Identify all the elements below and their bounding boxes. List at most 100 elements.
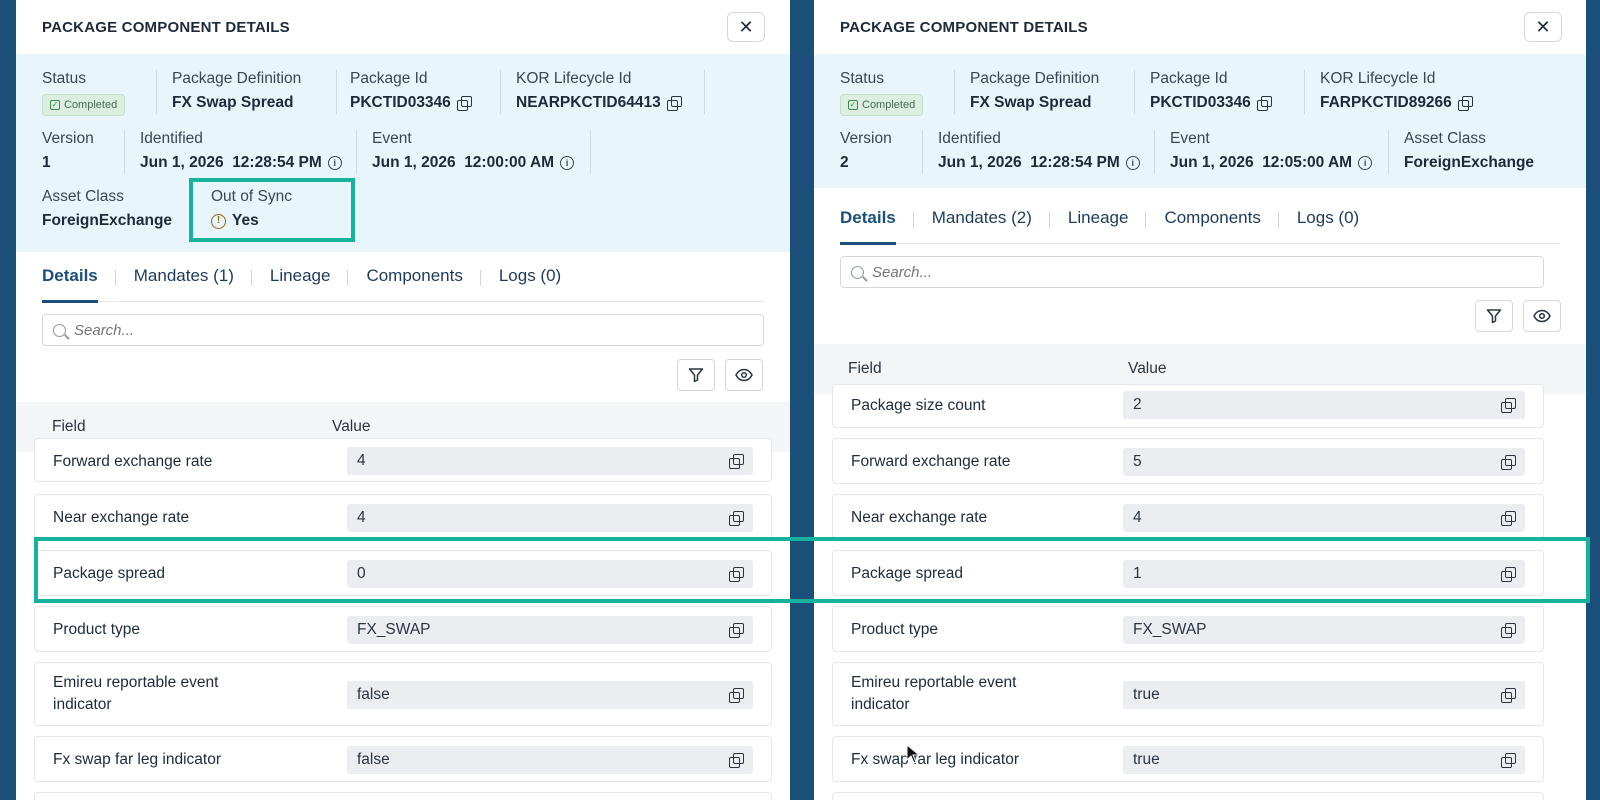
tab-logs[interactable]: Logs (0) xyxy=(1297,194,1377,244)
kor-lifecycle-id-cell: KOR Lifecycle Id NEARPKCTID64413 xyxy=(516,70,691,112)
column-visibility-button[interactable] xyxy=(725,359,763,391)
copy-icon[interactable] xyxy=(729,511,744,526)
tab-lineage[interactable]: Lineage xyxy=(270,252,349,302)
identified-label: Identified xyxy=(140,130,203,147)
copy-icon[interactable] xyxy=(729,623,744,638)
table-row: Product type FX_SWAP xyxy=(832,606,1544,652)
package-id-value: PKCTID03346 xyxy=(1150,94,1251,111)
panel-title: PACKAGE COMPONENT DETAILS xyxy=(42,19,290,36)
info-icon[interactable]: i xyxy=(560,156,575,170)
copy-icon[interactable] xyxy=(1457,96,1473,111)
panel-divider[interactable] xyxy=(790,0,814,800)
info-icon[interactable]: i xyxy=(1125,156,1140,170)
field-value: 5 xyxy=(1123,448,1525,476)
check-icon: ✓ xyxy=(50,100,60,110)
copy-icon[interactable] xyxy=(1501,398,1516,413)
separator xyxy=(356,130,357,174)
tab-components[interactable]: Components xyxy=(366,252,482,302)
package-definition-value: FX Swap Spread xyxy=(970,94,1092,111)
status-label: Status xyxy=(42,70,86,87)
separator xyxy=(1304,70,1305,114)
field-value-text: FX_SWAP xyxy=(1133,621,1207,638)
copy-icon[interactable] xyxy=(729,567,744,582)
left-edge-stripe xyxy=(0,0,16,800)
copy-icon[interactable] xyxy=(1501,753,1516,768)
field-value-text: 5 xyxy=(1133,453,1142,470)
table-row: Package spread 1 xyxy=(832,550,1544,596)
column-header-value: Value xyxy=(1128,360,1167,377)
separator xyxy=(336,70,337,114)
version-cell: Version 2 xyxy=(840,130,902,172)
package-definition-cell: Package Definition FX Swap Spread xyxy=(970,70,1109,112)
panel-title: PACKAGE COMPONENT DETAILS xyxy=(840,19,1088,36)
filter-icon xyxy=(688,368,704,383)
tab-bar: Details Mandates (2) Lineage Components … xyxy=(840,194,1560,245)
field-value-text: FX_SWAP xyxy=(357,621,431,638)
field-value: 4 xyxy=(347,504,753,532)
tab-details[interactable]: Details xyxy=(840,194,914,245)
column-header-value: Value xyxy=(332,418,371,435)
version-value: 1 xyxy=(42,154,51,171)
tab-mandates[interactable]: Mandates (1) xyxy=(134,252,253,302)
copy-icon[interactable] xyxy=(1501,688,1516,703)
eye-icon xyxy=(1533,309,1551,323)
field-value: 0 xyxy=(347,560,753,588)
package-id-value: PKCTID03346 xyxy=(350,94,451,111)
column-visibility-button[interactable] xyxy=(1523,300,1561,332)
copy-icon[interactable] xyxy=(1256,96,1272,111)
status-badge: ✓ Completed xyxy=(42,94,126,116)
copy-icon[interactable] xyxy=(1501,455,1516,470)
table-row: Product type FX_SWAP xyxy=(34,606,772,652)
field-value: FX_SWAP xyxy=(1123,616,1525,644)
kor-lifecycle-id-value: NEARPKCTID64413 xyxy=(516,94,661,111)
copy-icon[interactable] xyxy=(729,688,744,703)
check-icon: ✓ xyxy=(848,100,858,110)
copy-icon[interactable] xyxy=(456,96,472,111)
separator xyxy=(1388,130,1389,174)
filter-icon xyxy=(1486,309,1502,324)
out-of-sync-cell: Out of Sync ! Yes xyxy=(211,188,302,230)
copy-icon[interactable] xyxy=(729,753,744,768)
package-definition-label: Package Definition xyxy=(172,70,302,87)
field-value-text: 4 xyxy=(1133,509,1142,526)
field-value-text: 4 xyxy=(357,509,366,526)
info-icon[interactable]: i xyxy=(327,156,342,170)
search-icon xyxy=(53,323,66,337)
column-header-field: Field xyxy=(848,360,882,377)
copy-icon[interactable] xyxy=(729,454,744,469)
search-input[interactable] xyxy=(74,321,713,339)
out-of-sync-label: Out of Sync xyxy=(211,188,292,205)
table-row: Emireu reportable event indicator true xyxy=(832,662,1544,726)
version-label: Version xyxy=(42,130,94,147)
tab-logs[interactable]: Logs (0) xyxy=(499,252,579,302)
table-row xyxy=(832,792,1544,800)
event-label: Event xyxy=(1170,130,1210,147)
warning-icon: ! xyxy=(211,213,226,229)
separator xyxy=(124,130,125,174)
copy-icon[interactable] xyxy=(1501,567,1516,582)
package-definition-value: FX Swap Spread xyxy=(172,94,294,111)
tab-mandates[interactable]: Mandates (2) xyxy=(932,194,1051,244)
search-input[interactable] xyxy=(872,263,1495,281)
asset-class-label: Asset Class xyxy=(1404,130,1486,147)
copy-icon[interactable] xyxy=(1501,511,1516,526)
copy-icon[interactable] xyxy=(666,96,682,111)
tab-details[interactable]: Details xyxy=(42,252,116,303)
copy-icon[interactable] xyxy=(1501,623,1516,638)
separator xyxy=(590,130,591,174)
field-value: true xyxy=(1123,681,1525,709)
tab-lineage[interactable]: Lineage xyxy=(1068,194,1147,244)
close-button[interactable]: ✕ xyxy=(727,12,765,42)
version-value: 2 xyxy=(840,154,849,171)
field-name: Fx swap far leg indicator xyxy=(53,751,221,768)
field-value-text: 0 xyxy=(357,565,366,582)
search-box xyxy=(42,314,764,346)
tab-components[interactable]: Components xyxy=(1164,194,1280,244)
info-icon[interactable]: i xyxy=(1358,156,1373,170)
filter-button[interactable] xyxy=(1475,300,1513,332)
event-cell: Event Jun 1, 2026 12:05:00 AM i xyxy=(1170,130,1382,172)
close-button[interactable]: ✕ xyxy=(1524,12,1562,42)
field-name: Package spread xyxy=(53,565,166,582)
kor-lifecycle-id-value: FARPKCTID89266 xyxy=(1320,94,1452,111)
filter-button[interactable] xyxy=(677,359,715,391)
